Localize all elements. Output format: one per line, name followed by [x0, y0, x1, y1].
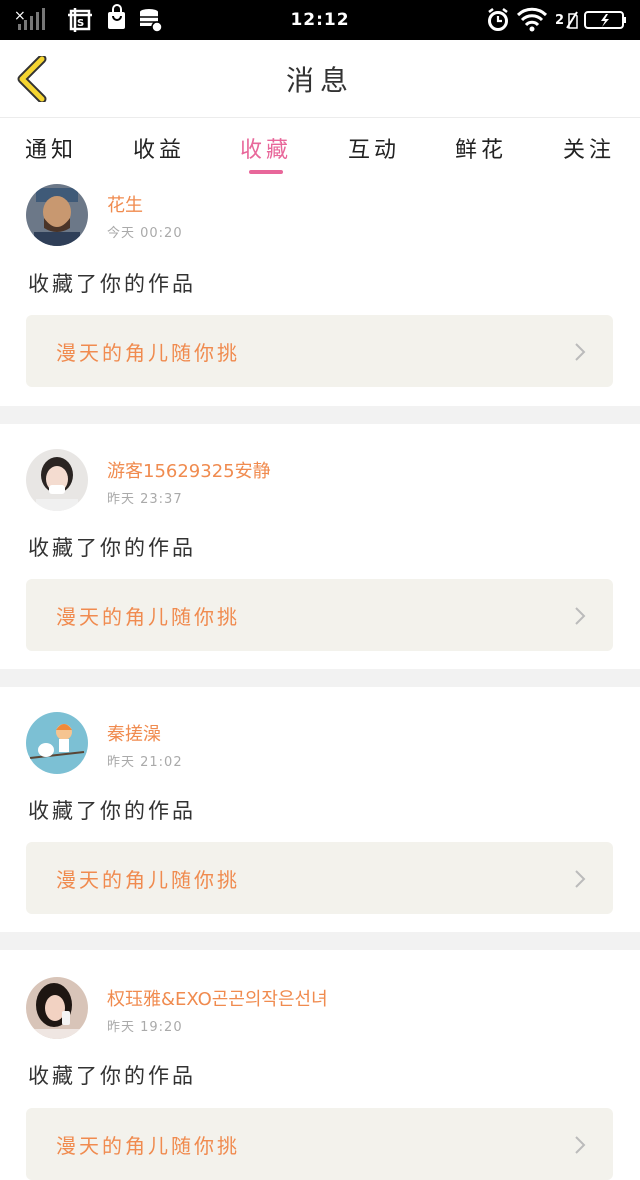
svg-text:×: × [14, 8, 26, 24]
message-time: 昨天 23:37 [107, 492, 183, 507]
alarm-icon [488, 8, 508, 31]
message-time: 昨天 19:20 [107, 1020, 183, 1035]
chevron-right-icon [575, 870, 586, 888]
page-title: 消息 [285, 64, 354, 97]
message-card: 权珏雅&EXO곤곤의작은선녀 昨天 19:20 收藏了你的作品 漫天的角儿随你挑 [0, 950, 640, 1180]
work-link[interactable]: 漫天的角儿随你挑 [26, 579, 613, 651]
chevron-right-icon [575, 343, 586, 361]
avatar[interactable] [26, 449, 88, 511]
work-link[interactable]: 漫天的角儿随你挑 [26, 1108, 613, 1180]
action-text: 收藏了你的作品 [28, 272, 196, 296]
section-divider [0, 932, 640, 950]
avatar[interactable] [26, 184, 88, 246]
work-title: 漫天的角儿随你挑 [56, 1133, 240, 1158]
status-bar: × S 12:12 2 [0, 0, 640, 40]
username[interactable]: 花生 [107, 191, 143, 217]
message-time: 昨天 21:02 [107, 755, 183, 770]
work-link[interactable]: 漫天的角儿随你挑 [26, 842, 613, 914]
tab-flowers[interactable]: 鲜花 [446, 130, 516, 166]
top-nav-bar: 消息 [0, 40, 640, 118]
work-link[interactable]: 漫天的角儿随你挑 [26, 315, 613, 387]
tab-following[interactable]: 关注 [554, 130, 624, 166]
avatar[interactable] [26, 712, 88, 774]
chevron-right-icon [575, 607, 586, 625]
tab-earnings[interactable]: 收益 [124, 130, 194, 166]
username[interactable]: 游客15629325安静 [107, 457, 271, 483]
no-sim-icon [566, 11, 578, 29]
work-title: 漫天的角儿随你挑 [56, 604, 240, 629]
tab-interactions[interactable]: 互动 [339, 130, 409, 166]
message-card: 花生 今天 00:20 收藏了你的作品 漫天的角儿随你挑 [0, 176, 640, 406]
section-divider [0, 406, 640, 424]
username[interactable]: 权珏雅&EXO곤곤의작은선녀 [107, 985, 328, 1011]
active-tab-indicator [249, 170, 283, 174]
action-text: 收藏了你的作品 [28, 536, 196, 560]
chevron-right-icon [575, 1136, 586, 1154]
status-time: 12:12 [290, 10, 350, 30]
svg-text:S: S [77, 18, 84, 29]
battery-charging-icon [584, 11, 626, 29]
battery-level-label: 2 [555, 12, 565, 28]
shopping-bag-icon [108, 4, 125, 29]
action-text: 收藏了你的作品 [28, 799, 196, 823]
category-tabs: 通知 收益 收藏 互动 鲜花 关注 [0, 118, 640, 176]
database-sync-icon [140, 9, 163, 33]
username[interactable]: 秦搓澡 [107, 720, 161, 746]
action-text: 收藏了你的作品 [28, 1064, 196, 1088]
screenshot-icon: S [68, 8, 92, 32]
tab-favorites[interactable]: 收藏 [231, 130, 301, 166]
message-time: 今天 00:20 [107, 226, 183, 241]
no-signal-icon: × [14, 8, 45, 30]
message-card: 游客15629325安静 昨天 23:37 收藏了你的作品 漫天的角儿随你挑 [0, 424, 640, 669]
work-title: 漫天的角儿随你挑 [56, 867, 240, 892]
message-card: 秦搓澡 昨天 21:02 收藏了你的作品 漫天的角儿随你挑 [0, 687, 640, 932]
work-title: 漫天的角儿随你挑 [56, 340, 240, 365]
avatar[interactable] [26, 977, 88, 1039]
wifi-icon [516, 7, 548, 32]
tab-notifications[interactable]: 通知 [16, 130, 86, 166]
section-divider [0, 669, 640, 687]
